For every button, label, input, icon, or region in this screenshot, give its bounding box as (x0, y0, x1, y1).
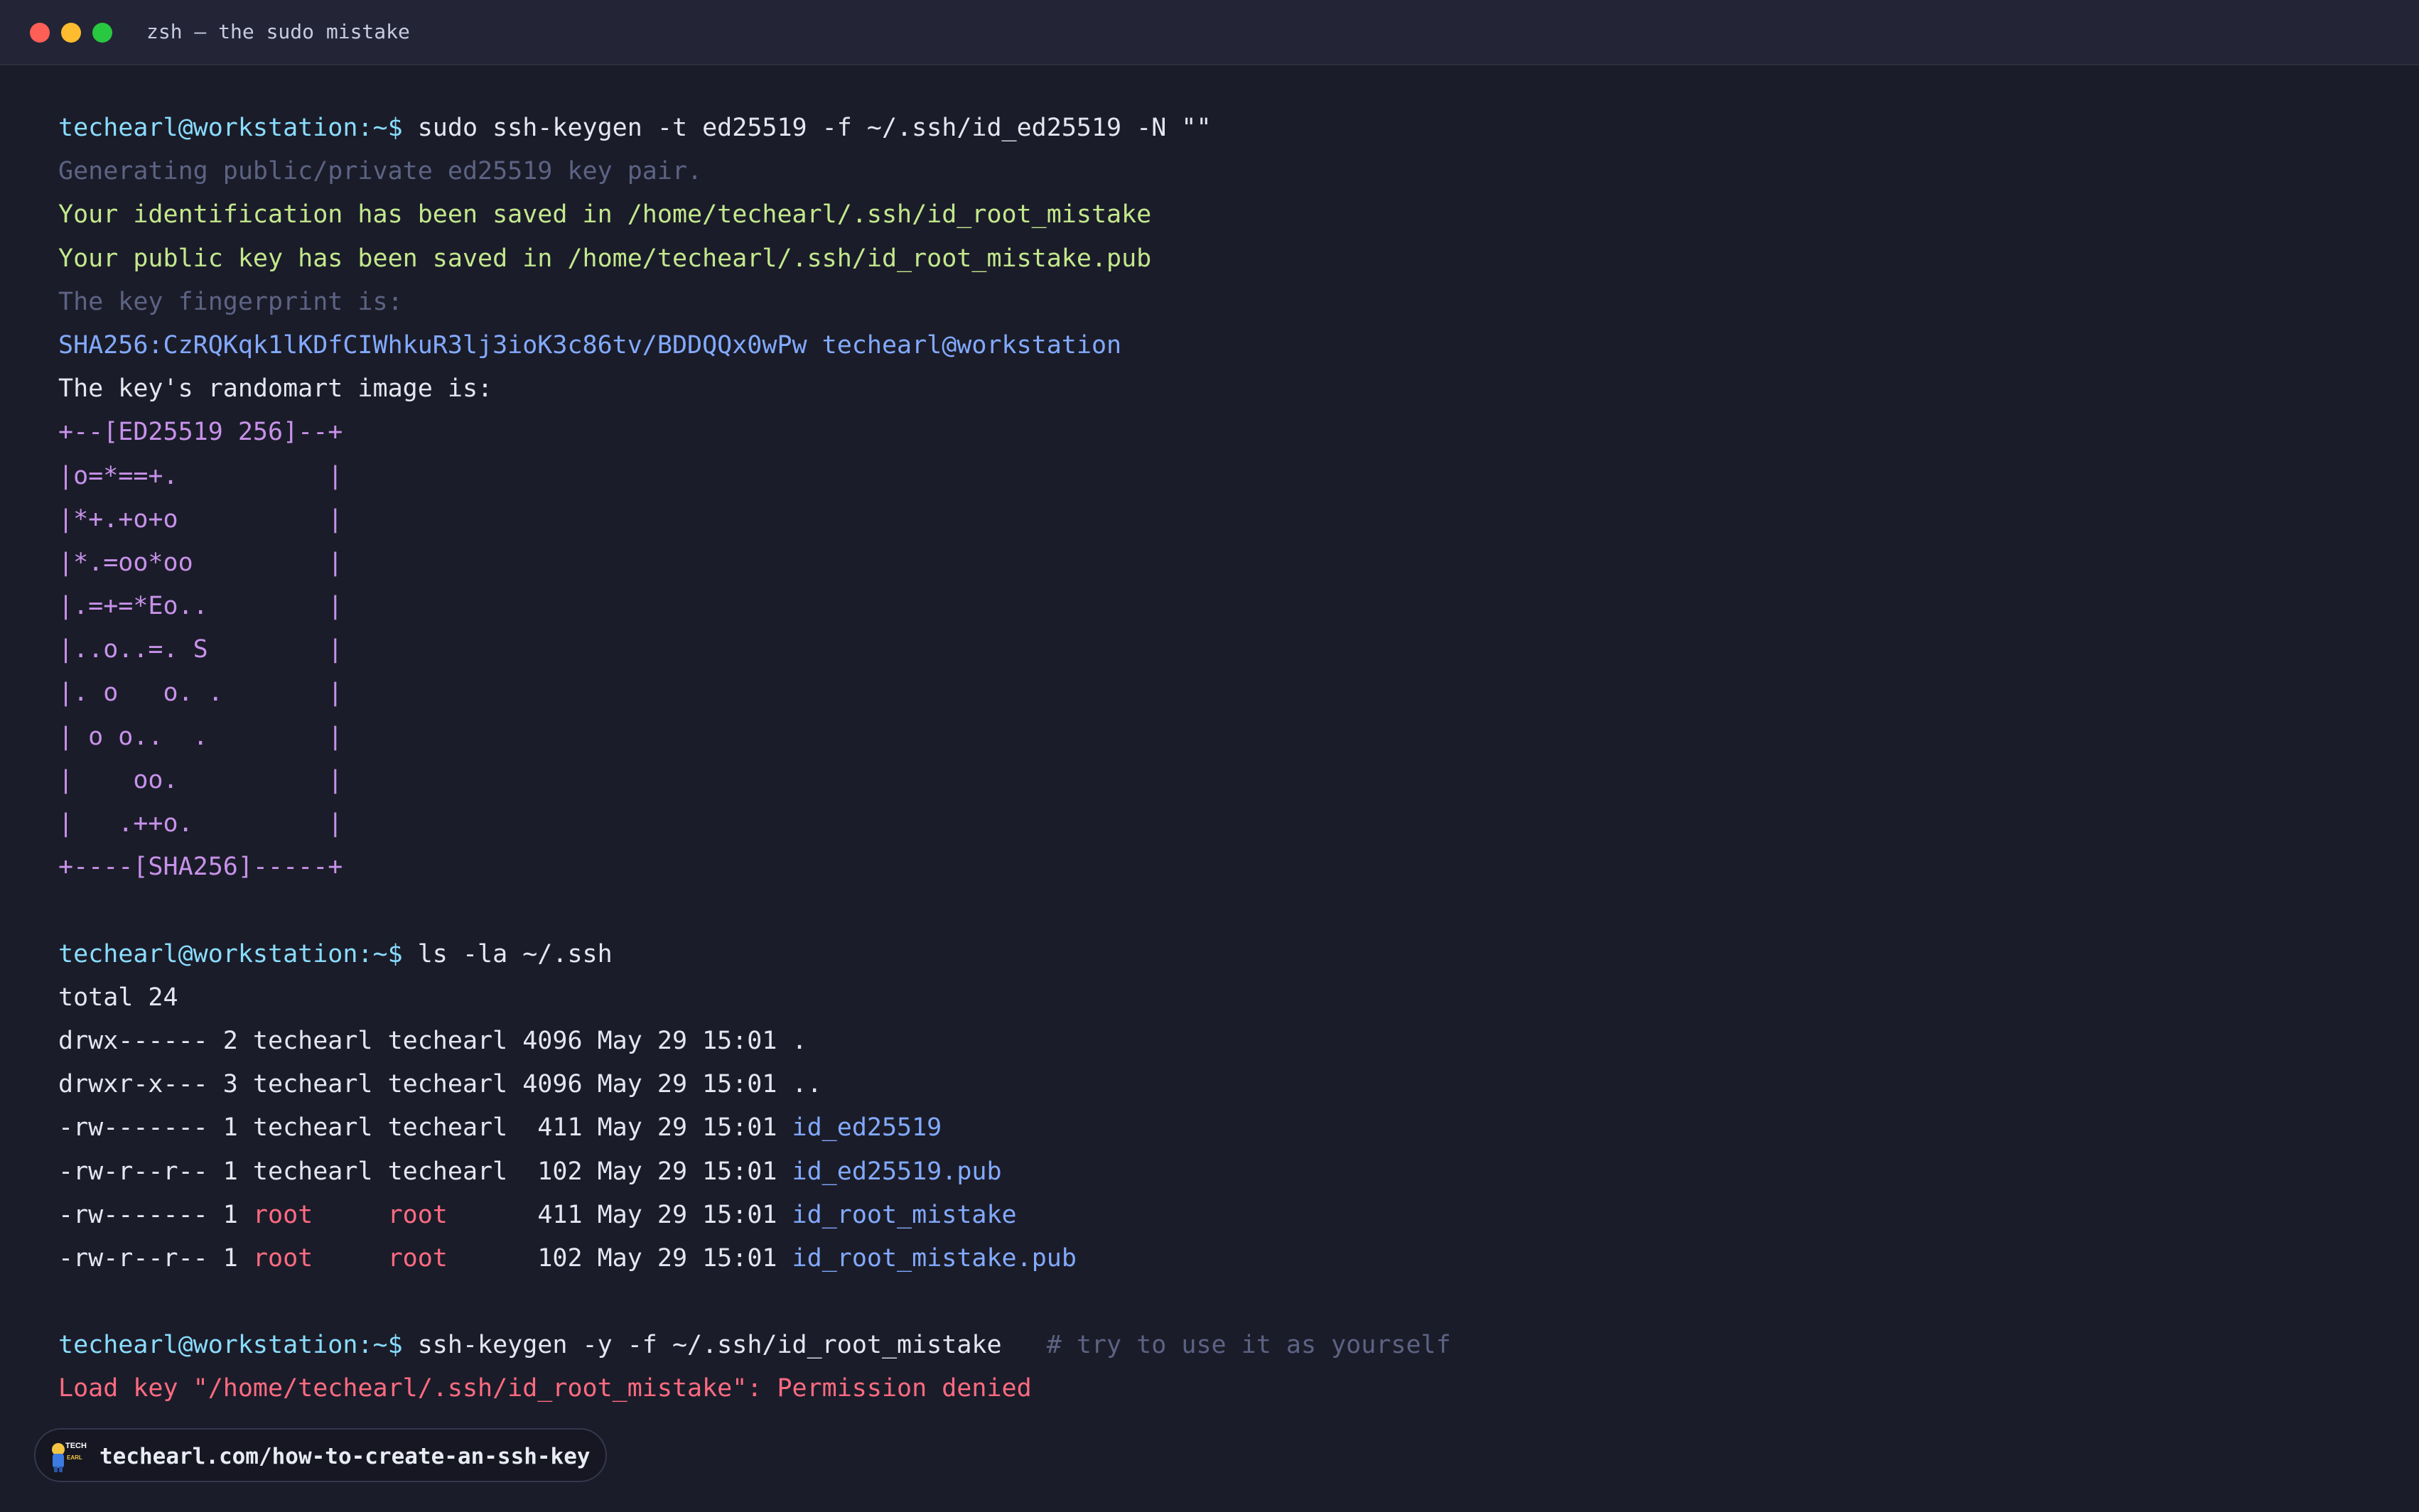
output-text: +----[SHA256]-----+ (58, 853, 343, 882)
terminal-window: zsh — the sudo mistake techearl@workstat… (0, 0, 2419, 1512)
source-link-badge[interactable]: TECH EARL techearl.com/how-to-create-an-… (34, 1428, 607, 1482)
logo-text-top: TECH (65, 1442, 87, 1450)
output-text: -rw------- 1 techearl techearl 411 May 2… (58, 1113, 792, 1143)
output-text: root (387, 1243, 448, 1273)
shell-prompt: techearl@workstation:~$ (58, 1331, 418, 1360)
command-text: ls -la ~/.ssh (417, 939, 613, 968)
output-text: id_root_mistake (792, 1200, 1017, 1229)
output-text: Load key "/home/techearl/.ssh/id_root_mi… (58, 1374, 1032, 1403)
source-url[interactable]: techearl.com/how-to-create-an-ssh-key (99, 1442, 591, 1471)
output-text: Your identification has been saved in /h… (58, 200, 1152, 230)
output-text: The key fingerprint is: (58, 287, 403, 316)
output-text: | oo. | (58, 765, 343, 794)
output-text: |*.=oo*oo | (58, 548, 343, 577)
terminal-line: The key's randomart image is: (58, 367, 1451, 411)
terminal-line: techearl@workstation:~$ sudo ssh-keygen … (58, 107, 1451, 150)
output-text: Your public key has been saved in /home/… (58, 244, 1152, 273)
command-text: sudo ssh-keygen -t ed25519 -f ~/.ssh/id_… (417, 114, 1212, 142)
terminal-line: |..o..=. S | (58, 628, 1451, 671)
terminal-line: drwxr-x--- 3 techearl techearl 4096 May … (58, 1063, 1451, 1106)
output-text: total 24 (58, 983, 178, 1012)
terminal-line: -rw-r--r-- 1 root root 102 May 29 15:01 … (58, 1237, 1451, 1280)
terminal-line: -rw------- 1 root root 411 May 29 15:01 … (58, 1194, 1451, 1237)
terminal-line: Generating public/private ed25519 key pa… (58, 150, 1451, 193)
close-window-button[interactable] (30, 23, 50, 43)
terminal-line: Your public key has been saved in /home/… (58, 237, 1451, 281)
terminal-line: drwx------ 2 techearl techearl 4096 May … (58, 1020, 1451, 1063)
output-text: |o=*==+. | (58, 461, 343, 490)
shell-prompt: techearl@workstation:~$ (58, 939, 418, 968)
shell-prompt: techearl@workstation:~$ (58, 114, 418, 142)
terminal-line: Load key "/home/techearl/.ssh/id_root_mi… (58, 1367, 1451, 1410)
output-text: Generating public/private ed25519 key pa… (58, 157, 703, 186)
terminal-line: total 24 (58, 976, 1451, 1020)
output-text: root (387, 1200, 448, 1229)
output-text: |*+.+o+o | (58, 504, 343, 534)
terminal-line: |o=*==+. | (58, 455, 1451, 498)
terminal-line: techearl@workstation:~$ ls -la ~/.ssh (58, 933, 1451, 976)
output-text: The key's randomart image is: (58, 374, 493, 404)
output-text: 411 May 29 15:01 (447, 1200, 792, 1229)
terminal-line: +--[ED25519 256]--+ (58, 411, 1451, 454)
terminal-line: +----[SHA256]-----+ (58, 846, 1451, 889)
output-text: 102 May 29 15:01 (447, 1243, 792, 1273)
window-title: zsh — the sudo mistake (146, 20, 410, 43)
output-text: +--[ED25519 256]--+ (58, 418, 343, 447)
terminal-line: | oo. | (58, 759, 1451, 802)
title-bar: zsh — the sudo mistake (0, 0, 2419, 65)
output-text: drwx------ 2 techearl techearl 4096 May … (58, 1026, 807, 1055)
output-text: root (252, 1243, 313, 1273)
terminal-line: techearl@workstation:~$ ssh-keygen -y -f… (58, 1324, 1451, 1367)
techearl-logo-icon: TECH EARL (52, 1442, 87, 1472)
logo-text-bottom: EARL (67, 1454, 82, 1461)
output-text: | .++o. | (58, 809, 343, 838)
output-text: |..o..=. S | (58, 635, 343, 664)
output-text: -rw------- 1 (58, 1200, 253, 1229)
output-text: id_ed25519 (792, 1113, 942, 1143)
output-text: id_ed25519.pub (792, 1157, 1002, 1186)
terminal-line: |.=+=*Eo.. | (58, 585, 1451, 628)
output-text: -rw-r--r-- 1 techearl techearl 102 May 2… (58, 1157, 792, 1186)
terminal-output[interactable]: techearl@workstation:~$ sudo ssh-keygen … (58, 107, 1451, 1411)
output-text: SHA256:CzRQKqk1lKDfCIWhkuR3lj3ioK3c86tv/… (58, 330, 1122, 360)
terminal-line: | .++o. | (58, 802, 1451, 846)
output-text: # try to use it as yourself (1046, 1331, 1451, 1360)
maximize-window-button[interactable] (92, 23, 112, 43)
output-text: | o o.. . | (58, 722, 343, 751)
output-text: drwxr-x--- 3 techearl techearl 4096 May … (58, 1070, 822, 1099)
terminal-line: -rw------- 1 techearl techearl 411 May 2… (58, 1106, 1451, 1150)
terminal-line: |*+.+o+o | (58, 498, 1451, 541)
terminal-line: | o o.. . | (58, 716, 1451, 759)
terminal-line: SHA256:CzRQKqk1lKDfCIWhkuR3lj3ioK3c86tv/… (58, 324, 1451, 367)
terminal-line: The key fingerprint is: (58, 281, 1451, 324)
terminal-line: Your identification has been saved in /h… (58, 193, 1451, 237)
terminal-line: -rw-r--r-- 1 techearl techearl 102 May 2… (58, 1150, 1451, 1194)
terminal-line: |*.=oo*oo | (58, 541, 1451, 585)
output-text: |.=+=*Eo.. | (58, 592, 343, 621)
terminal-line: |. o o. . | (58, 671, 1451, 715)
minimize-window-button[interactable] (61, 23, 81, 43)
command-text: ssh-keygen -y -f ~/.ssh/id_root_mistake (417, 1331, 1047, 1360)
output-text: |. o o. . | (58, 679, 343, 708)
output-text: id_root_mistake.pub (792, 1243, 1077, 1273)
output-text: -rw-r--r-- 1 (58, 1243, 253, 1273)
output-text: root (252, 1200, 313, 1229)
